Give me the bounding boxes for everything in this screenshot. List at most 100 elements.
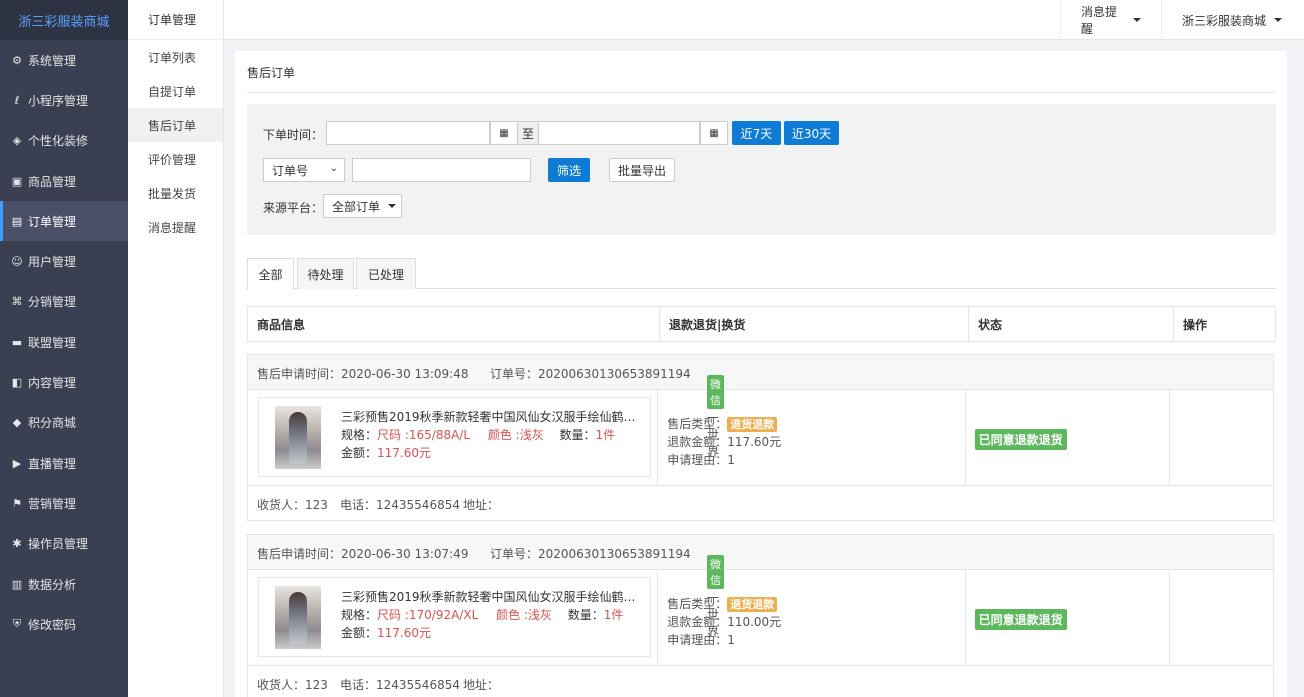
caret-down-icon [388,204,397,208]
type-label: 售后类型： [667,417,728,431]
spec-color: 颜色 :浅灰 [487,428,544,442]
column-status: 状态 [969,307,1174,341]
submenu-item[interactable]: 消息提醒 [128,210,223,244]
sidebar-item-bar-chart[interactable]: ▥ 数据分析 [0,564,128,604]
submenu-item[interactable]: 评价管理 [128,142,223,176]
sidebar-nav: ⚙ 系统管理 ℓ 小程序管理 ◈ 个性化装修 ▣ 商品管理 ▤ 订单管理 ☺ 用户管理 ⌘ 分销管理 ▬ 联盟… [0,40,128,644]
sidebar-item-sitemap[interactable]: ⌘ 分销管理 [0,282,128,322]
date-range-separator: 至 [517,121,539,145]
sidebar: 浙三彩服装商城 ⚙ 系统管理 ℓ 小程序管理 ◈ 个性化装修 ▣ 商品管理 ▤ 订单管理 ☺ 用户管理… [0,0,128,697]
sidebar-item-marketing[interactable]: ⚑ 营销管理 [0,483,128,523]
status-badge: 已同意退款退货 [974,609,1067,630]
tab-pending[interactable]: 待处理 [297,258,354,289]
apply-time: 售后申请时间：2020-06-30 13:09:48 [257,367,469,381]
end-date-input[interactable] [538,121,700,145]
qty-value: 1件 [595,428,616,442]
sidebar-item-shield[interactable]: ⛨ 修改密码 [0,604,128,644]
tab-all[interactable]: 全部 [247,258,294,290]
order-body: 三彩预售2019秋季新款轻奢中国风仙女汉服手绘仙鹤印花连衣裙 规格：尺码 :16… [248,390,1273,486]
address: 地址： [463,498,500,512]
goods-cell: 三彩预售2019秋季新款轻奢中国风仙女汉服手绘仙鹤印花连衣裙 规格：尺码 :16… [248,390,659,485]
sitemap-icon: ⌘ [11,295,23,309]
sidebar-item-play[interactable]: ▶ 直播管理 [0,443,128,483]
actions-cell [1170,570,1273,665]
last-7-days-button[interactable]: 近7天 [732,121,781,145]
filter-button[interactable]: 筛选 [548,158,590,182]
sidebar-item-label: 小程序管理 [28,93,89,108]
sidebar-item-label: 系统管理 [28,53,77,68]
receiver: 收货人：123 [257,678,328,692]
calendar-icon[interactable]: ▦ [490,121,518,145]
table-header: 商品信息 退款退货|换货 状态 操作 [247,306,1276,342]
sidebar-item-content[interactable]: ◧ 内容管理 [0,362,128,402]
submenu-item[interactable]: 自提订单 [128,74,223,108]
sidebar-item-gear[interactable]: ⚙ 系统管理 [0,40,128,80]
last-30-days-button[interactable]: 近30天 [784,121,839,145]
column-goods-info: 商品信息 [248,307,660,341]
tab-processed[interactable]: 已处理 [356,258,416,289]
sidebar-item-label: 分销管理 [28,295,77,310]
sidebar-item-bag[interactable]: ▣ 商品管理 [0,161,128,201]
sidebar-item-store[interactable]: ▬ 联盟管理 [0,322,128,362]
source-label: 来源平台： [263,201,324,215]
sidebar-item-link[interactable]: ℓ 小程序管理 [0,80,128,120]
sidebar-item-label: 订单管理 [28,214,77,229]
submenu-list: 订单列表 自提订单 售后订单 评价管理 批量发货 消息提醒 [128,40,223,244]
order-footer: 收货人：123 电话：12435546854 地址： [248,666,1273,697]
bag-icon: ▣ [11,174,23,188]
store-icon: ▬ [11,335,23,349]
column-refund: 退款退货|换货 [660,307,969,341]
store-dropdown[interactable]: 浙三彩服装商城 [1161,0,1304,40]
sidebar-item-cog[interactable]: ✱ 操作员管理 [0,524,128,564]
start-date-input[interactable] [326,121,490,145]
sidebar-item-document[interactable]: ▤ 订单管理 [0,201,128,242]
product-thumbnail[interactable] [275,406,321,469]
order-card: 售后申请时间：2020-06-30 13:09:48 订单号：202006301… [247,354,1274,521]
type-badge: 退货退款 [727,597,778,612]
submenu-item[interactable]: 批量发货 [128,176,223,210]
cog-icon: ✱ [12,537,22,551]
qty-label: 数量： [559,428,596,442]
status-cell: 已同意退款退货 [966,390,1171,485]
submenu-item[interactable]: 订单列表 [128,40,223,74]
sidebar-item-label: 积分商城 [28,416,77,431]
batch-export-button[interactable]: 批量导出 [609,158,675,182]
submenu: 订单管理 订单列表 自提订单 售后订单 评价管理 批量发货 消息提醒 [128,0,224,697]
sidebar-item-diamond[interactable]: ◈ 个性化装修 [0,121,128,161]
page-title: 售后订单 [247,66,296,80]
apply-reason: 申请理由：1 [667,633,735,647]
messages-dropdown[interactable]: 消息提醒 [1060,0,1161,40]
phone: 电话：12435546854 [340,678,460,692]
spec-label: 规格： [341,428,378,442]
goods-title[interactable]: 三彩预售2019秋季新款轻奢中国风仙女汉服手绘仙鹤印花连衣裙 [341,408,641,425]
sidebar-item-user[interactable]: ☺ 用户管理 [0,241,128,281]
link-icon: ℓ [14,93,20,107]
qty-value: 1件 [603,608,624,622]
source-dropdown[interactable]: 全部订单 [323,194,402,218]
aftersale-type: 售后类型： 退货退款 [667,415,778,432]
brand-logo[interactable]: 浙三彩服装商城 [0,0,128,40]
search-input[interactable] [352,158,531,182]
sidebar-item-cube[interactable]: ◆ 积分商城 [0,403,128,443]
spec-color: 颜色 :浅灰 [496,608,552,622]
search-field-select[interactable]: 订单号 ⌄ [263,158,345,182]
cube-icon: ◆ [12,416,22,430]
order-footer: 收货人：123 电话：12435546854 地址： [248,486,1273,520]
messages-label: 消息提醒 [1081,5,1118,36]
order-card: 售后申请时间：2020-06-30 13:07:49 订单号：202006301… [247,534,1274,697]
calendar-icon[interactable]: ▦ [700,121,728,145]
spec-size: 尺码 :165/88A/L [377,428,471,442]
refund-amount: 退款金额：110.00元 [667,615,782,629]
bar-chart-icon: ▥ [11,577,23,591]
sidebar-item-label: 数据分析 [28,577,77,592]
submenu-item[interactable]: 售后订单 [128,108,223,142]
address: 地址： [463,678,500,692]
submenu-title: 订单管理 [128,0,223,40]
sidebar-item-label: 内容管理 [28,376,77,391]
product-thumbnail[interactable] [275,586,321,649]
goods-title[interactable]: 三彩预售2019秋季新款轻奢中国风仙女汉服手绘仙鹤印花连衣裙 [341,588,641,605]
receiver: 收货人：123 [257,498,328,512]
actions-cell [1170,390,1273,485]
amount-value: 117.60元 [377,446,432,460]
goods-box: 三彩预售2019秋季新款轻奢中国风仙女汉服手绘仙鹤印花连衣裙 规格：尺码 :16… [258,397,651,477]
